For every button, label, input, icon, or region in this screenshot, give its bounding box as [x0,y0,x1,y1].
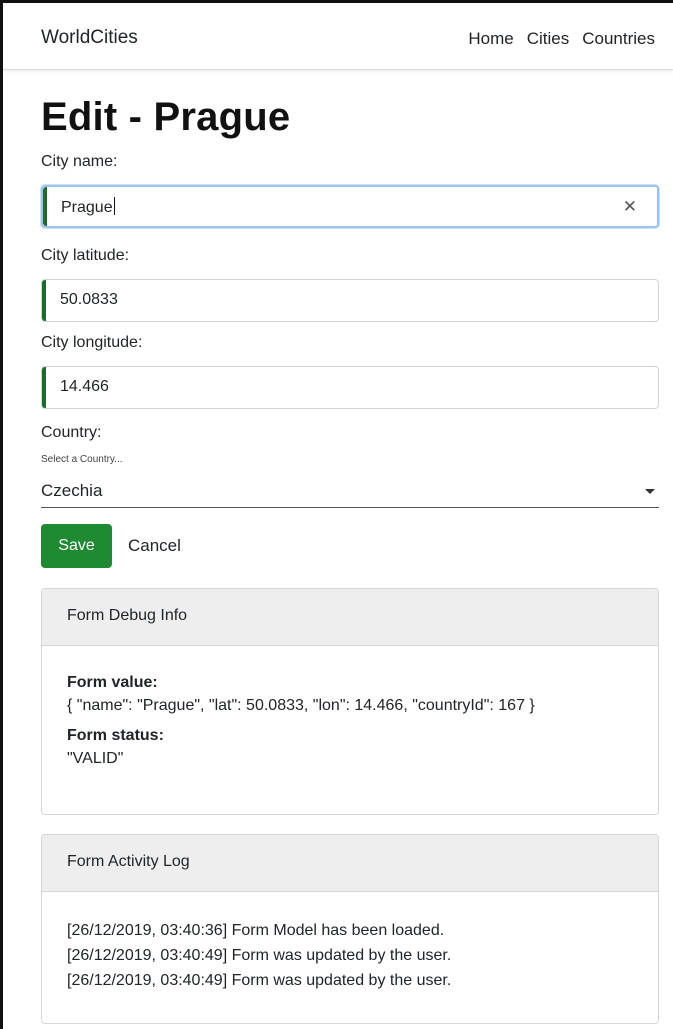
valid-indicator [42,280,46,321]
country-select-hint: Select a Country... [41,454,123,465]
city-name-label: City name: [41,153,118,170]
log-entry: [26/12/2019, 03:40:49] Form was updated … [67,972,452,989]
city-name-value: Prague [61,197,115,216]
city-latitude-input[interactable]: 50.0833 [41,279,659,322]
valid-indicator [42,367,46,408]
form-status-label: Form status: [67,727,164,744]
app-frame: WorldCities Home Cities Countries Edit -… [0,0,673,1029]
city-latitude-label: City latitude: [41,247,130,264]
save-button[interactable]: Save [41,524,112,568]
form-debug-header: Form Debug Info [42,589,658,646]
country-select-value: Czechia [41,481,103,500]
form-activity-body: [26/12/2019, 03:40:36] Form Model has be… [42,892,658,993]
country-label: Country: [41,424,102,441]
form-activity-card: Form Activity Log [26/12/2019, 03:40:36]… [41,834,659,1024]
nav-cities-link[interactable]: Cities [527,29,570,49]
nav-home-link[interactable]: Home [468,29,513,49]
chevron-down-icon[interactable] [645,489,655,494]
nav-links: Home Cities Countries [455,29,655,49]
navbar: WorldCities Home Cities Countries [3,3,673,70]
close-icon[interactable]: ✕ [623,197,637,217]
log-entry: [26/12/2019, 03:40:36] Form Model has be… [67,922,445,939]
form-debug-card: Form Debug Info Form value: { "name": "P… [41,588,659,815]
country-select[interactable]: Czechia [41,476,659,508]
city-longitude-label: City longitude: [41,334,143,351]
brand-link[interactable]: WorldCities [41,27,138,49]
nav-countries-link[interactable]: Countries [582,29,655,49]
form-value-label: Form value: [67,674,158,691]
page-title: Edit - Prague [41,95,291,139]
form-status-text: "VALID" [67,750,124,767]
city-name-input[interactable]: Prague ✕ [41,185,659,228]
valid-indicator [43,187,47,226]
text-caret [113,197,115,215]
form-value-text: { "name": "Prague", "lat": 50.0833, "lon… [67,697,535,714]
form-debug-body: Form value: { "name": "Prague", "lat": 5… [42,646,658,768]
city-longitude-value: 14.466 [60,378,109,395]
form-activity-header: Form Activity Log [42,835,658,892]
city-longitude-input[interactable]: 14.466 [41,366,659,409]
log-entry: [26/12/2019, 03:40:49] Form was updated … [67,947,452,964]
cancel-link[interactable]: Cancel [128,536,181,556]
city-latitude-value: 50.0833 [60,291,118,308]
